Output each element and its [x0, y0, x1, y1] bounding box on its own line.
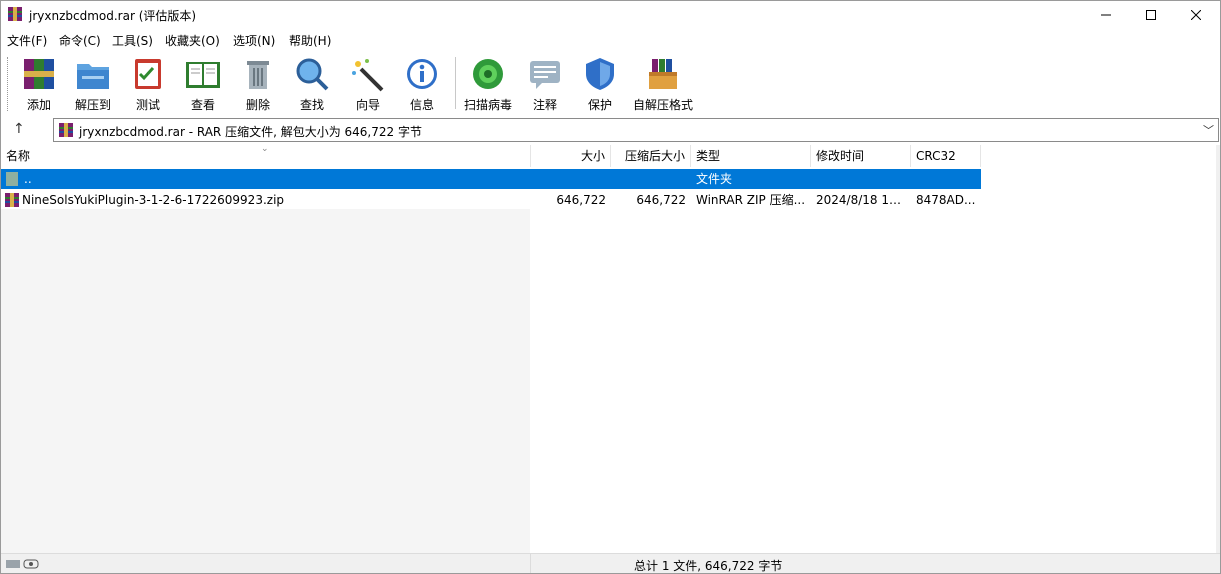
- menu-file[interactable]: 文件(F): [7, 32, 47, 49]
- column-crc32[interactable]: CRC32: [911, 145, 981, 167]
- table-row-parent[interactable]: .. 文件夹: [1, 169, 981, 189]
- menu-help[interactable]: 帮助(H): [289, 32, 331, 49]
- maximize-icon: [1146, 9, 1156, 20]
- add-button[interactable]: 添加: [19, 53, 59, 113]
- toolbar-separator: [455, 57, 456, 109]
- vertical-scrollbar[interactable]: [1216, 145, 1220, 553]
- column-type[interactable]: 类型: [691, 145, 811, 167]
- add-archive-icon: [24, 59, 54, 89]
- sfx-label: 自解压格式: [632, 98, 693, 112]
- trash-icon: [247, 61, 269, 89]
- sort-indicator-icon: ⌄: [261, 144, 269, 154]
- row-type: 文件夹: [696, 172, 733, 186]
- protect-label: 保护: [587, 98, 612, 112]
- wizard-button[interactable]: 向导: [349, 53, 387, 113]
- view-button[interactable]: 查看: [182, 53, 224, 113]
- toolbar: 添加 解压到 测试 查看 删除 查找 向导 信息 扫描病毒 注释 保护 自解压格…: [1, 51, 1220, 115]
- row-crc: 8478AD...: [916, 193, 976, 207]
- title-bar: jryxnzbcdmod.rar (评估版本): [1, 1, 1220, 28]
- row-packed: 646,722: [636, 193, 686, 207]
- minimize-icon: [1101, 14, 1111, 15]
- sfx-button[interactable]: 自解压格式: [632, 53, 694, 113]
- extract-to-label: 解压到: [74, 98, 111, 112]
- toolbar-grip[interactable]: [7, 57, 11, 111]
- close-icon: [1191, 9, 1201, 20]
- row-name: NineSolsYukiPlugin-3-1-2-6-1722609923.zi…: [22, 193, 285, 207]
- info-button[interactable]: 信息: [403, 53, 441, 113]
- column-packed-label: 压缩后大小: [624, 149, 685, 163]
- menu-commands[interactable]: 命令(C): [59, 32, 101, 49]
- test-checklist-icon: [135, 59, 161, 89]
- row-type: WinRAR ZIP 压缩...: [696, 193, 806, 207]
- magnifier-icon: [296, 58, 329, 91]
- virus-scan-icon: [473, 59, 503, 89]
- column-modified-label: 修改时间: [816, 149, 865, 163]
- drive-status-icon: [6, 559, 39, 569]
- delete-label: 删除: [245, 98, 270, 112]
- view-label: 查看: [190, 98, 215, 112]
- row-modified: 2024/8/18 14...: [816, 193, 909, 207]
- winrar-app-icon: [8, 7, 22, 21]
- column-type-label: 类型: [696, 149, 721, 163]
- scan-virus-label: 扫描病毒: [463, 98, 512, 112]
- column-crc32-label: CRC32: [916, 149, 956, 163]
- column-packed[interactable]: 压缩后大小: [611, 145, 691, 167]
- comment-button[interactable]: 注释: [526, 53, 564, 113]
- folder-extract-icon: [77, 64, 109, 89]
- menu-bar: 文件(F) 命令(C) 工具(S) 收藏夹(O) 选项(N) 帮助(H): [1, 29, 1220, 49]
- column-name-label: 名称: [6, 149, 31, 163]
- up-arrow-icon[interactable]: ↑: [13, 121, 25, 137]
- comment-label: 注释: [532, 98, 557, 112]
- menu-options[interactable]: 选项(N): [233, 32, 275, 49]
- menu-tools[interactable]: 工具(S): [112, 32, 153, 49]
- comment-icon: [530, 61, 560, 89]
- window-title: jryxnzbcdmod.rar (评估版本): [29, 9, 197, 23]
- list-empty-area[interactable]: [1, 209, 530, 553]
- table-row[interactable]: NineSolsYukiPlugin-3-1-2-6-1722609923.zi…: [1, 190, 981, 210]
- protect-button[interactable]: 保护: [581, 53, 619, 113]
- add-label: 添加: [26, 98, 51, 112]
- find-label: 查找: [299, 98, 324, 112]
- parent-folder-icon: [6, 172, 18, 186]
- address-row: ↑ jryxnzbcdmod.rar - RAR 压缩文件, 解包大小为 646…: [1, 116, 1220, 144]
- status-bar: 总计 1 文件, 646,722 字节: [1, 553, 1220, 573]
- test-button[interactable]: 测试: [130, 53, 166, 113]
- status-text: 总计 1 文件, 646,722 字节: [634, 559, 783, 573]
- zip-file-icon: [5, 193, 19, 207]
- row-modified: [811, 169, 911, 189]
- extract-to-button[interactable]: 解压到: [72, 53, 114, 113]
- magic-wand-icon: [352, 59, 384, 92]
- minimize-button[interactable]: [1083, 1, 1129, 28]
- view-book-icon: [186, 62, 220, 88]
- address-text: jryxnzbcdmod.rar - RAR 压缩文件, 解包大小为 646,7…: [79, 125, 422, 139]
- status-divider: [530, 554, 531, 573]
- test-label: 测试: [135, 98, 160, 112]
- list-header: 名称 ⌄ 大小 压缩后大小 类型 修改时间 CRC32: [1, 144, 981, 168]
- delete-button[interactable]: 删除: [239, 53, 277, 113]
- info-label: 信息: [409, 98, 434, 112]
- chevron-down-icon[interactable]: ﹀: [1203, 122, 1214, 138]
- shield-icon: [586, 58, 614, 90]
- scan-virus-button[interactable]: 扫描病毒: [462, 53, 514, 113]
- rar-archive-icon: [59, 123, 73, 137]
- menu-favorites[interactable]: 收藏夹(O): [165, 32, 220, 49]
- winrar-window: jryxnzbcdmod.rar (评估版本) 文件(F) 命令(C) 工具(S…: [0, 0, 1221, 574]
- column-modified[interactable]: 修改时间: [811, 145, 911, 167]
- maximize-button[interactable]: [1128, 1, 1174, 28]
- address-bar[interactable]: jryxnzbcdmod.rar - RAR 压缩文件, 解包大小为 646,7…: [53, 118, 1219, 142]
- column-size[interactable]: 大小: [531, 145, 611, 167]
- find-button[interactable]: 查找: [293, 53, 331, 113]
- wizard-label: 向导: [355, 98, 380, 112]
- close-button[interactable]: [1173, 1, 1219, 28]
- info-icon: [407, 59, 437, 89]
- row-crc: [911, 169, 981, 189]
- row-name: ..: [24, 172, 32, 186]
- sfx-box-icon: [649, 59, 677, 89]
- row-size: 646,722: [556, 193, 606, 207]
- row-packed: [611, 169, 691, 189]
- row-size: [531, 169, 611, 189]
- column-size-label: 大小: [580, 149, 605, 163]
